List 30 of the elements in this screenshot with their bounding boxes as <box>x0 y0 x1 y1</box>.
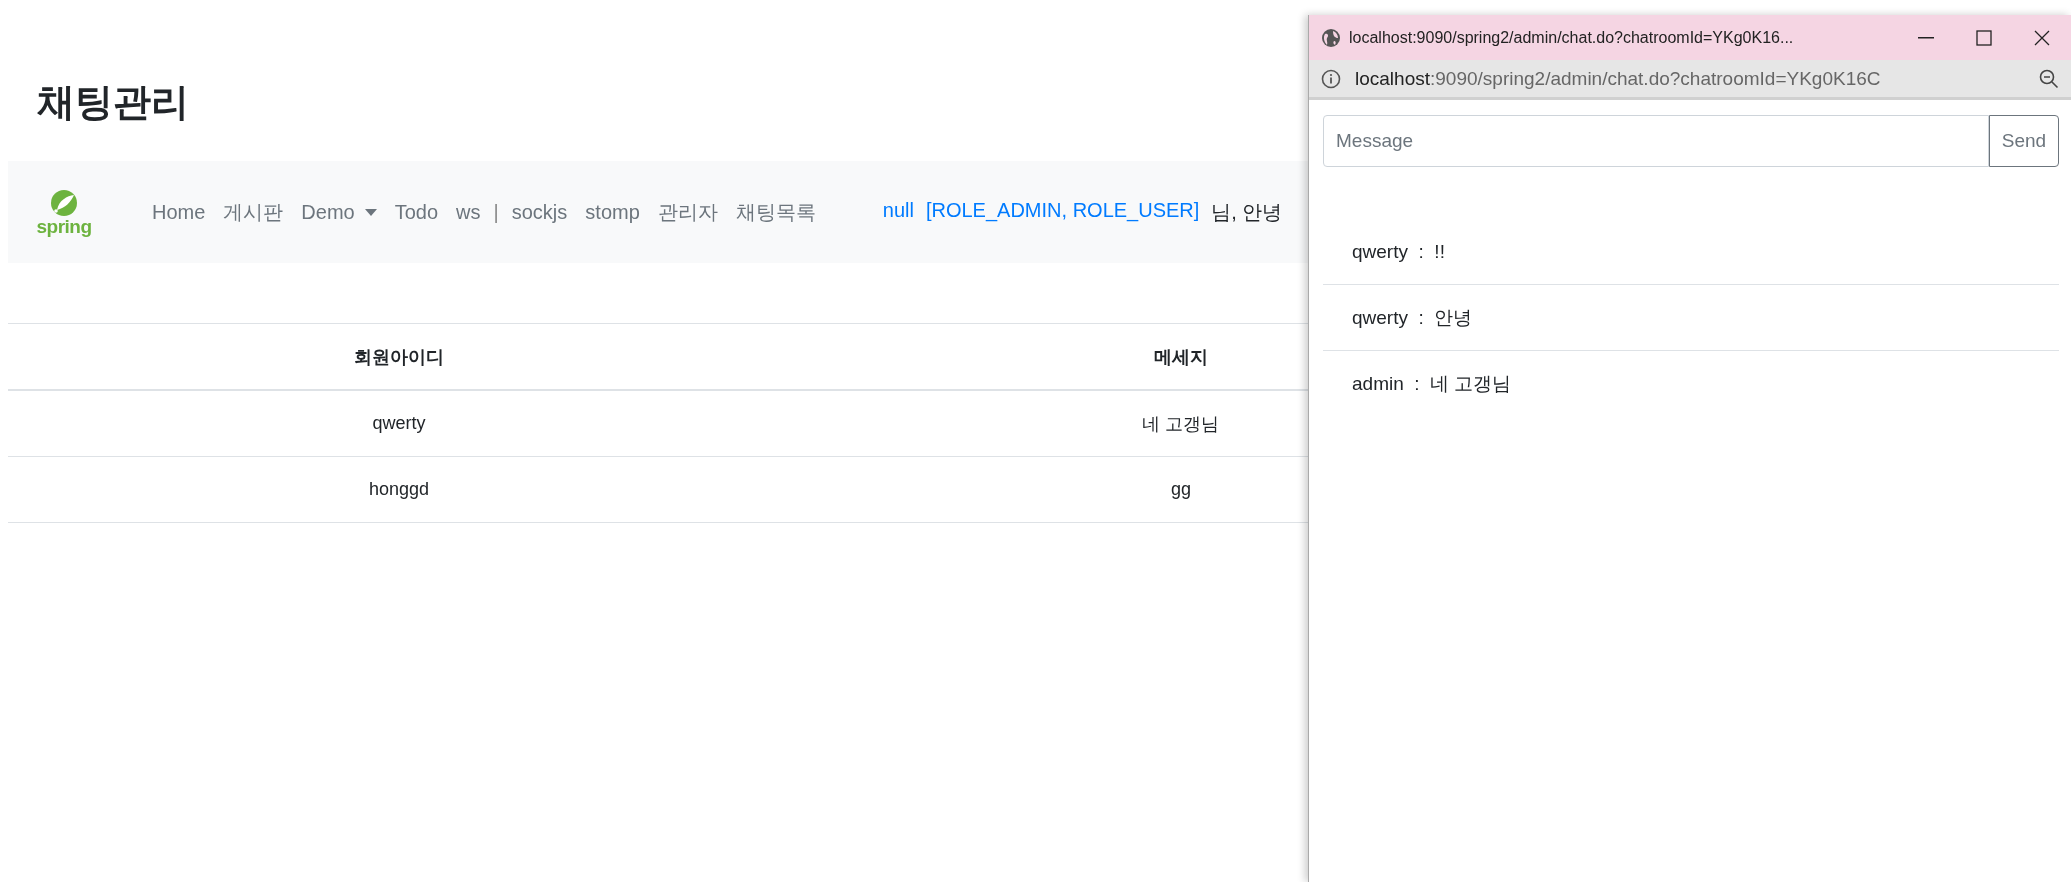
page-title: 채팅관리 <box>36 80 189 125</box>
user-name[interactable]: null <box>882 198 914 226</box>
minimize-icon[interactable] <box>1918 36 1934 39</box>
column-header: 회원아이디 <box>8 324 790 391</box>
zoom-out-icon[interactable] <box>2039 68 2059 89</box>
globe-icon <box>1321 27 1341 48</box>
close-icon[interactable] <box>2034 29 2050 46</box>
user-roles: [ROLE_ADMIN, ROLE_USER] <box>925 198 1200 224</box>
nav-link[interactable]: 게시판 <box>214 198 293 226</box>
caret-icon <box>364 208 377 216</box>
spring-logo[interactable]: spring <box>33 188 95 236</box>
nav-link[interactable]: 채팅목록 <box>726 198 825 226</box>
chat-message: qwerty : !! <box>1352 240 1445 263</box>
table-cell: honggd <box>8 457 790 523</box>
nav-separator: | <box>492 200 500 224</box>
nav-dropdown[interactable]: Demo <box>292 200 386 224</box>
nav-link[interactable]: Home <box>143 200 215 224</box>
greeting-text: 님, 안녕 <box>1211 199 1283 225</box>
maximize-icon[interactable] <box>1976 29 1992 46</box>
info-icon <box>1321 68 1341 89</box>
nav-link[interactable]: Todo <box>385 200 448 224</box>
nav-link[interactable]: ws <box>447 200 490 224</box>
message-field[interactable]: Message <box>1323 115 1989 167</box>
nav-link[interactable]: 관리자 <box>648 198 727 226</box>
send-button[interactable]: Send <box>1989 115 2059 167</box>
nav-link[interactable]: stomp <box>576 200 649 224</box>
table-cell: qwerty <box>8 391 790 457</box>
window-title: localhost:9090/spring2/admin/chat.do?chatroomId=YKg0K16... <box>1349 28 1795 47</box>
nav-link[interactable]: sockjs <box>502 200 577 224</box>
address-url[interactable]: localhost:9090/spring2/admin/chat.do?chatroomId=YKg0K16C <box>1355 67 2039 90</box>
